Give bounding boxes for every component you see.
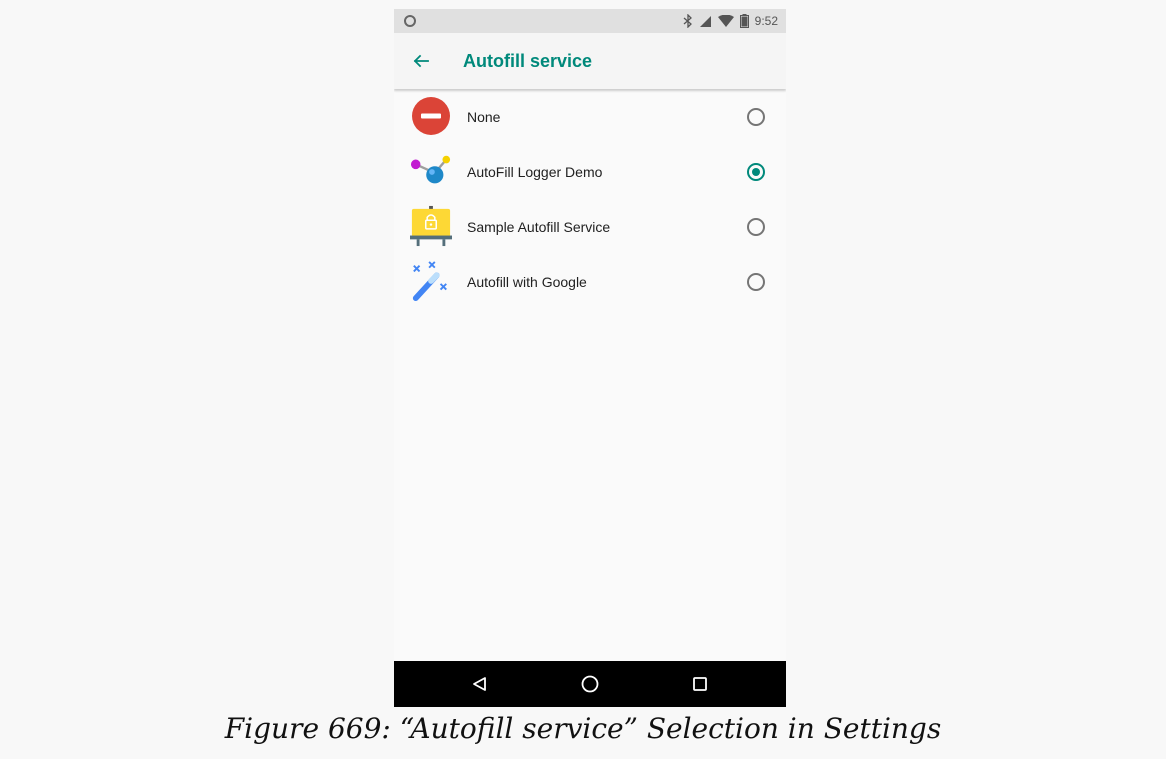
magic-wand-icon	[410, 260, 452, 302]
service-label: None	[467, 108, 501, 125]
recents-square-icon[interactable]	[680, 661, 720, 707]
radio-sample-autofill-service[interactable]	[747, 217, 765, 236]
status-bar: 9:52	[394, 9, 786, 33]
status-icons: 9:52	[683, 14, 778, 28]
radio-autofill-with-google[interactable]	[747, 272, 765, 291]
circle-notification-icon	[404, 15, 416, 27]
radio-autofill-logger-demo[interactable]	[747, 162, 765, 181]
back-triangle-icon[interactable]	[460, 661, 500, 707]
arrow-back-icon[interactable]	[409, 49, 433, 73]
lock-easel-icon	[410, 205, 452, 247]
bluetooth-icon	[683, 14, 693, 28]
service-label: AutoFill Logger Demo	[467, 163, 603, 180]
service-label: Sample Autofill Service	[467, 218, 611, 235]
home-circle-icon[interactable]	[570, 661, 610, 707]
app-bar: Autofill service	[394, 33, 786, 89]
radio-none[interactable]	[747, 107, 765, 126]
list-item-none[interactable]: None	[394, 89, 786, 144]
phone-screen: 9:52 Autofill service None AutoFill Logg…	[394, 9, 786, 707]
service-list: None AutoFill Logger Demo Sample Autofil…	[394, 89, 786, 309]
cell-signal-icon	[699, 15, 712, 28]
list-item-sample-autofill-service[interactable]: Sample Autofill Service	[394, 199, 786, 254]
page-title: Autofill service	[463, 50, 593, 71]
service-label: Autofill with Google	[467, 273, 587, 290]
list-item-autofill-logger-demo[interactable]: AutoFill Logger Demo	[394, 144, 786, 199]
navigation-bar	[394, 661, 786, 707]
battery-icon	[739, 14, 749, 28]
molecule-icon	[410, 150, 452, 192]
no-entry-icon	[410, 95, 452, 137]
status-time: 9:52	[754, 14, 778, 28]
list-item-autofill-with-google[interactable]: Autofill with Google	[394, 254, 786, 309]
page: 9:52 Autofill service None AutoFill Logg…	[0, 0, 1166, 759]
figure-caption: Figure 669: “Autofill service” Selection…	[224, 712, 942, 745]
wifi-icon	[717, 14, 734, 28]
